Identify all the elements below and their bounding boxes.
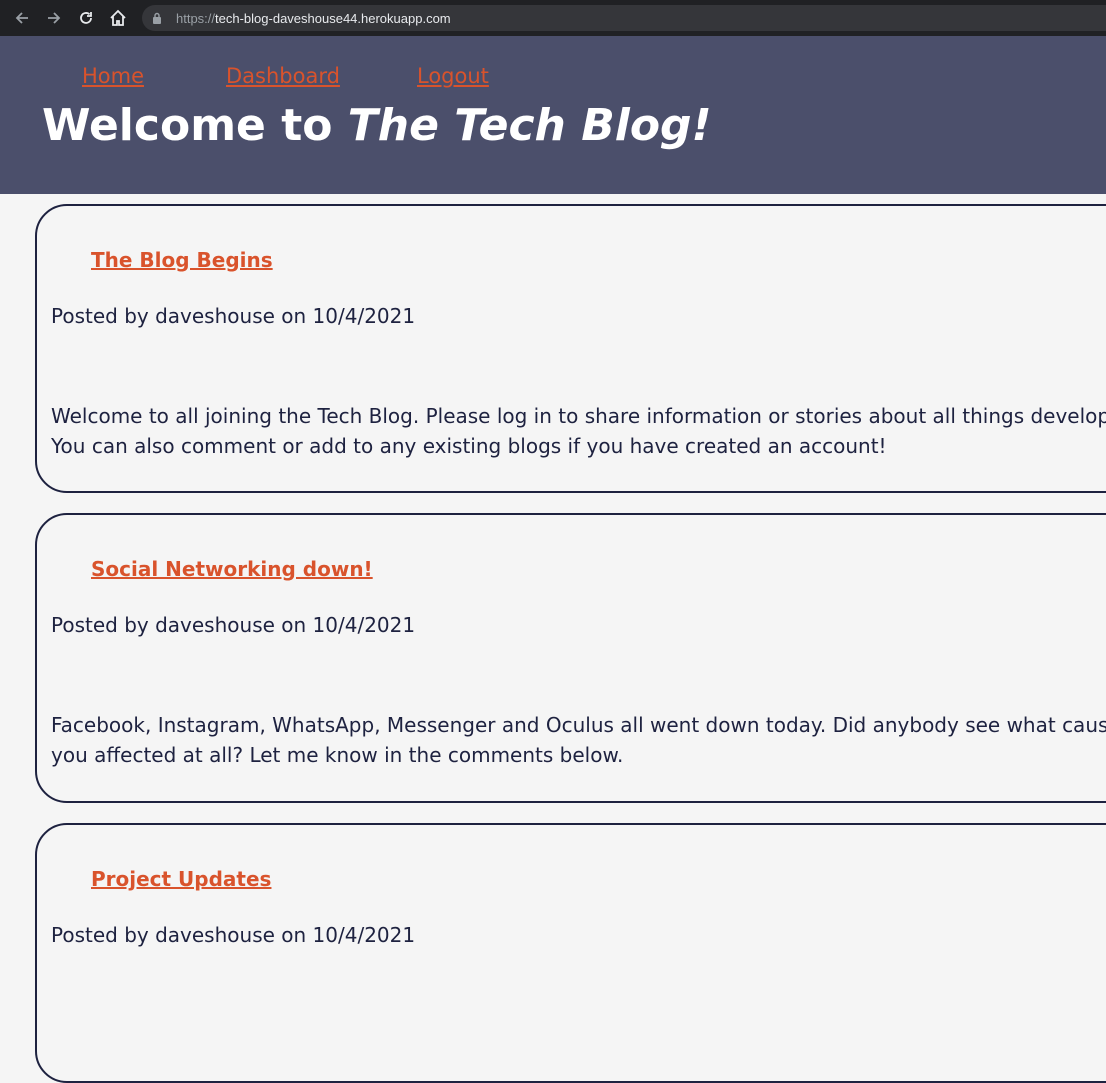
browser-toolbar: https://tech-blog-daveshouse44.herokuapp…	[0, 0, 1106, 36]
page-title: Welcome to The Tech Blog!	[42, 100, 712, 153]
post-body-line: You can also comment or add to any exist…	[51, 434, 887, 458]
post-card: Social Networking down! Posted by davesh…	[35, 513, 1106, 803]
reload-icon	[80, 12, 92, 24]
post-card: Project Updates Posted by daveshouse on …	[35, 823, 1106, 1083]
address-bar[interactable]: https://tech-blog-daveshouse44.herokuapp…	[142, 5, 1106, 31]
nav-dashboard-link[interactable]: Dashboard	[226, 66, 340, 87]
post-body: Facebook, Instagram, WhatsApp, Messenger…	[51, 710, 1106, 770]
reload-button[interactable]	[70, 0, 102, 36]
url-scheme: https://	[176, 10, 216, 26]
post-body: Welcome to all joining the Tech Blog. Pl…	[51, 401, 1106, 461]
post-meta: Posted by daveshouse on 10/4/2021	[51, 304, 416, 328]
post-title-link[interactable]: The Blog Begins	[91, 250, 273, 270]
url-host: tech-blog-daveshouse44.herokuapp.com	[215, 10, 451, 26]
forward-button[interactable]	[38, 0, 70, 36]
url-text: https://tech-blog-daveshouse44.herokuapp…	[176, 11, 451, 26]
post-body-line: Welcome to all joining the Tech Blog. Pl…	[51, 404, 1106, 428]
post-card: The Blog Begins Posted by daveshouse on …	[35, 204, 1106, 493]
site-header: Home Dashboard Logout Welcome to The Tec…	[0, 36, 1106, 194]
post-body-line: you affected at all? Let me know in the …	[51, 743, 624, 767]
arrow-right-icon	[48, 12, 61, 24]
title-emphasis: The Tech Blog!	[347, 100, 712, 151]
home-button[interactable]	[102, 0, 134, 36]
post-meta: Posted by daveshouse on 10/4/2021	[51, 613, 416, 637]
lock-icon	[152, 11, 164, 25]
nav-logout-link[interactable]: Logout	[417, 66, 489, 87]
nav-home-link[interactable]: Home	[82, 66, 144, 87]
title-prefix: Welcome to	[42, 100, 348, 151]
site-nav: Home Dashboard Logout	[0, 36, 1106, 96]
arrow-left-icon	[15, 12, 28, 24]
post-title-link[interactable]: Project Updates	[91, 869, 271, 889]
post-meta: Posted by daveshouse on 10/4/2021	[51, 923, 416, 947]
home-icon	[110, 9, 126, 26]
post-title-link[interactable]: Social Networking down!	[91, 559, 373, 579]
post-body-line: Facebook, Instagram, WhatsApp, Messenger…	[51, 713, 1106, 737]
back-button[interactable]	[6, 0, 38, 36]
